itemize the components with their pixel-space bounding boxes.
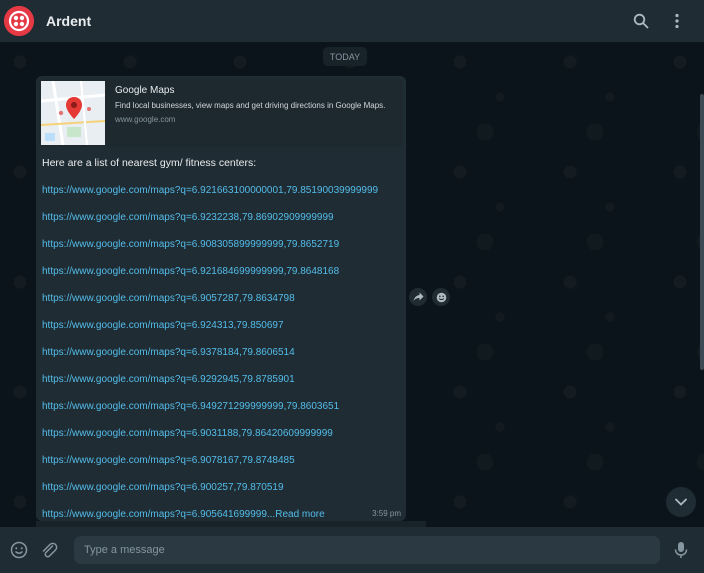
map-preview-icon: [41, 81, 105, 145]
message-list[interactable]: TODAY Google Maps Find local businesses,…: [0, 42, 704, 527]
map-link[interactable]: https://www.google.com/maps?q=6.92166310…: [39, 177, 403, 204]
preview-domain: www.google.com: [115, 115, 176, 124]
map-link[interactable]: https://www.google.com/maps?q=6.92168469…: [39, 258, 403, 285]
map-link[interactable]: https://www.google.com/maps?q=6.9057287,…: [39, 285, 403, 312]
scrollbar-thumb[interactable]: [700, 94, 704, 370]
link-list: https://www.google.com/maps?q=6.92166310…: [39, 177, 403, 527]
map-link[interactable]: https://www.google.com/maps?q=6.9078167,…: [39, 447, 403, 474]
forward-button[interactable]: [409, 288, 427, 306]
map-link[interactable]: https://www.google.com/maps?q=6.90830589…: [39, 231, 403, 258]
link-preview[interactable]: Google Maps Find local businesses, view …: [39, 79, 403, 147]
map-link[interactable]: https://www.google.com/maps?q=6.924313,7…: [39, 312, 403, 339]
message-composer: [0, 527, 704, 573]
menu-button[interactable]: [662, 6, 692, 36]
message-bubble[interactable]: Google Maps Find local businesses, view …: [36, 76, 406, 521]
attach-button[interactable]: [38, 539, 60, 561]
contact-avatar[interactable]: [4, 6, 34, 36]
map-link[interactable]: https://www.google.com/maps?q=6.9292945,…: [39, 366, 403, 393]
map-thumbnail[interactable]: [41, 81, 105, 145]
preview-title[interactable]: Google Maps: [115, 85, 385, 96]
map-link[interactable]: https://www.google.com/maps?q=6.900257,7…: [39, 474, 403, 501]
emoji-icon: [436, 292, 446, 302]
emoji-button[interactable]: [8, 539, 30, 561]
message-input-wrapper: [74, 536, 660, 564]
chat-header: Ardent: [0, 0, 704, 42]
chevron-down-icon: [675, 498, 687, 506]
react-button[interactable]: [432, 288, 450, 306]
map-link[interactable]: https://www.google.com/maps?q=6.9232238,…: [39, 204, 403, 231]
microphone-icon: [674, 542, 688, 558]
more-vertical-icon: [675, 13, 679, 29]
chat-title[interactable]: Ardent: [46, 13, 620, 29]
message-actions: [409, 288, 450, 306]
map-link[interactable]: https://www.google.com/maps?q=6.9031188,…: [39, 420, 403, 447]
date-chip: TODAY: [323, 47, 367, 66]
search-icon: [633, 13, 649, 29]
chat-window: Ardent TODAY Google Maps Find local busi…: [0, 0, 704, 573]
paperclip-icon: [42, 542, 58, 558]
smiley-icon: [10, 541, 28, 559]
search-button[interactable]: [626, 6, 656, 36]
map-link[interactable]: https://www.google.com/maps?q=6.94927129…: [39, 393, 403, 420]
message-intro: Here are a list of nearest gym/ fitness …: [42, 157, 257, 169]
scroll-to-bottom-button[interactable]: [666, 487, 696, 517]
preview-description: Find local businesses, view maps and get…: [115, 101, 386, 110]
forward-icon: [413, 292, 423, 302]
map-link[interactable]: https://www.google.com/maps?q=6.9378184,…: [39, 339, 403, 366]
voice-message-button[interactable]: [670, 539, 692, 561]
message-input[interactable]: [84, 544, 650, 556]
twilio-logo-icon: [4, 6, 34, 36]
message-time: 3:59 pm: [372, 509, 401, 518]
